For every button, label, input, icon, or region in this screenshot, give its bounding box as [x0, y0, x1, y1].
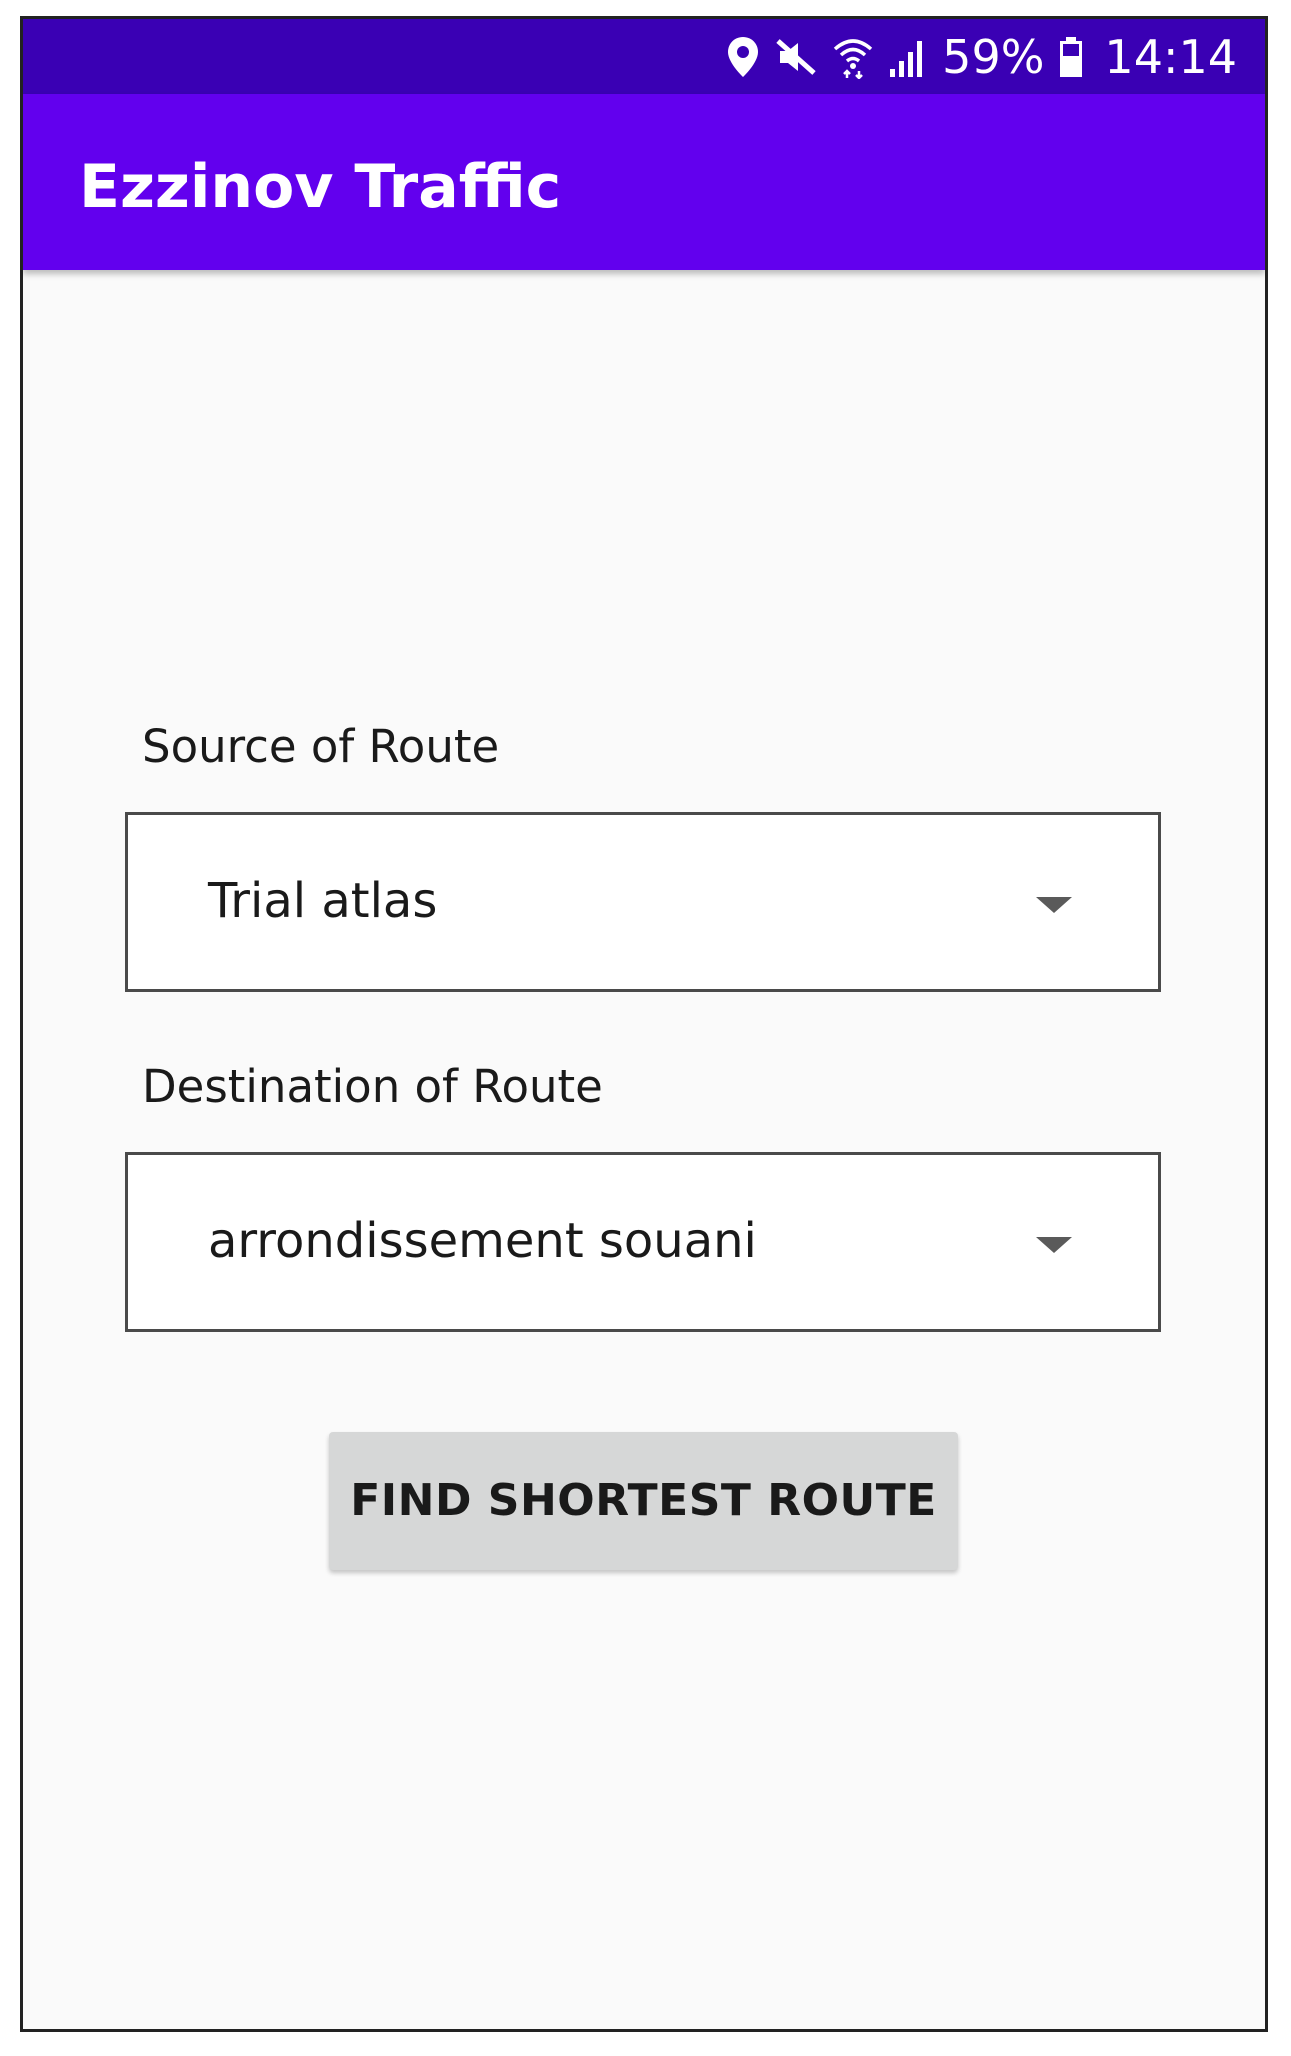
source-label: Source of Route [142, 720, 500, 773]
destination-dropdown[interactable]: arrondissement souani [125, 1152, 1161, 1332]
mute-icon [774, 35, 818, 79]
destination-selected-value: arrondissement souani [208, 1213, 757, 1269]
source-selected-value: Trial atlas [208, 873, 438, 929]
status-icons: 59% 14:14 [726, 27, 1237, 87]
status-bar: 59% 14:14 [23, 19, 1265, 94]
app-title: Ezzinov Traffic [79, 152, 562, 222]
battery-percent: 59% [942, 30, 1045, 84]
status-time: 14:14 [1104, 30, 1237, 84]
signal-icon [888, 35, 928, 79]
dropdown-arrow-icon [1036, 1237, 1072, 1260]
find-shortest-route-label: FIND SHORTEST ROUTE [350, 1475, 937, 1526]
wifi-icon [832, 35, 874, 79]
phone-screen: 59% 14:14 Ezzinov Traffic Source of Rout… [20, 16, 1268, 2032]
find-shortest-route-button[interactable]: FIND SHORTEST ROUTE [329, 1432, 958, 1570]
battery-icon [1058, 35, 1084, 79]
dropdown-arrow-icon [1036, 897, 1072, 920]
source-dropdown[interactable]: Trial atlas [125, 812, 1161, 992]
location-icon [726, 35, 760, 79]
app-bar: Ezzinov Traffic [23, 94, 1265, 270]
destination-label: Destination of Route [142, 1060, 603, 1113]
